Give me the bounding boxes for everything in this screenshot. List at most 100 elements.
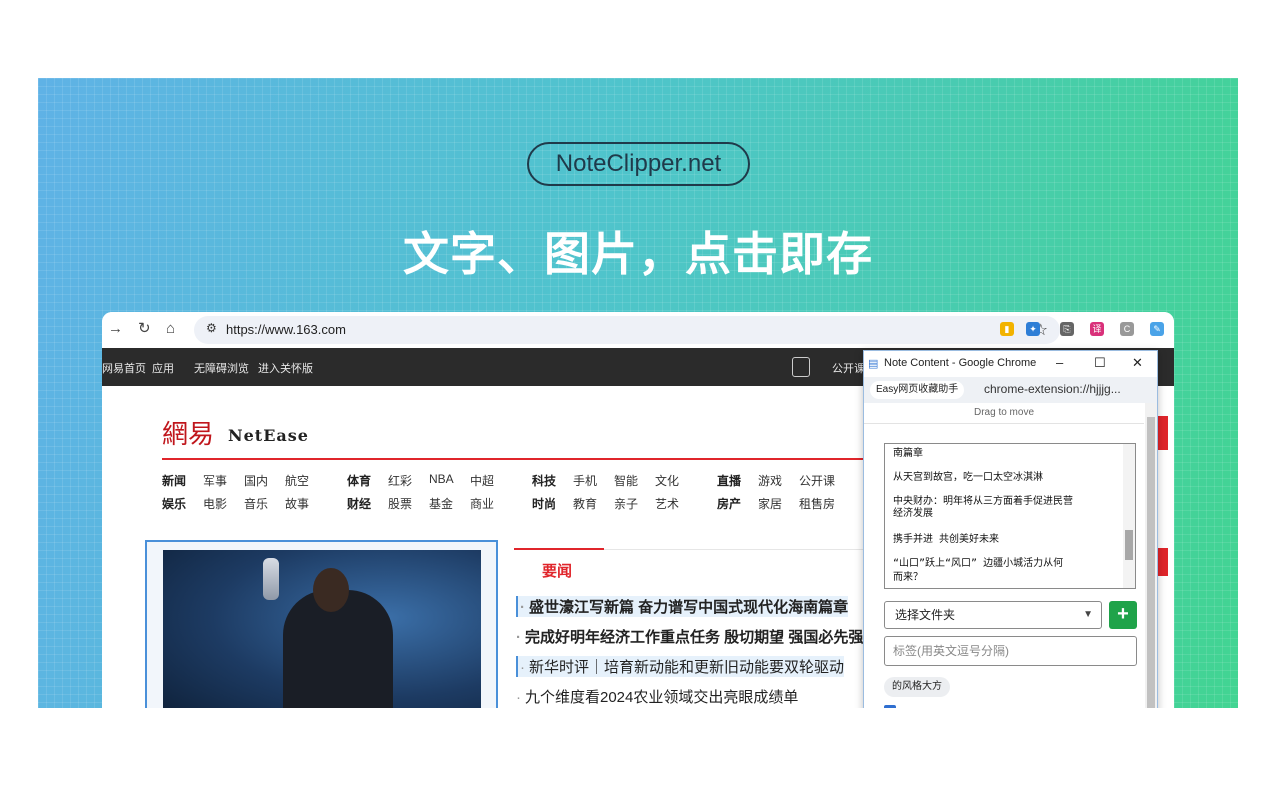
content-line: 经济发展 <box>893 508 933 519</box>
translate-ext-icon[interactable]: 译 <box>1090 322 1104 336</box>
maximize-icon[interactable]: ☐ <box>1094 355 1106 371</box>
channel-link[interactable]: 体育 <box>347 472 371 489</box>
tab-top-news-label: 要闻 <box>542 563 573 580</box>
content-line: “山口”跃上“风口” 边疆小城活力从何 <box>893 558 1064 569</box>
news-headline[interactable]: · 九个维度看2024农业领域交出亮眼成绩单 <box>516 686 798 707</box>
note-ext-icon[interactable]: ✎ <box>1150 322 1164 336</box>
promo-banner: NoteClipper.net 文字、图片，点击即存 → ↻ ⌂ ⚙ https… <box>38 78 1238 708</box>
scrollbar-thumb[interactable] <box>1125 530 1133 560</box>
copy-ext-icon[interactable]: ⎘ <box>1060 322 1074 336</box>
channel-link[interactable]: 电影 <box>203 495 227 512</box>
channel-link[interactable]: 故事 <box>285 495 309 512</box>
channel-link[interactable]: 公开课 <box>799 472 835 489</box>
channel-link[interactable]: 新闻 <box>162 472 186 489</box>
tags-input[interactable]: 标签(用英文逗号分隔) <box>884 636 1137 666</box>
channel-link[interactable]: 中超 <box>470 472 494 489</box>
channel-link[interactable]: 基金 <box>429 495 453 512</box>
red-side-badge <box>1158 416 1168 450</box>
headline: 文字、图片，点击即存 <box>403 227 873 281</box>
popup-addressbar: Easy网页收藏助手 chrome-extension://hjjjg... <box>864 377 1157 403</box>
channel-link[interactable]: 家居 <box>758 495 782 512</box>
channel-link[interactable]: 股票 <box>388 495 412 512</box>
news-headline[interactable]: · 盛世濠江写新篇 奋力谱写中国式现代化海南篇章 <box>516 596 849 617</box>
option-checkbox[interactable] <box>884 705 896 708</box>
crx-ext-icon[interactable]: C <box>1120 322 1134 336</box>
news-headline-text: 盛世濠江写新篇 奋力谱写中国式现代化海南篇章 <box>529 599 849 616</box>
channel-link[interactable]: 教育 <box>573 495 597 512</box>
channel-link[interactable]: 时尚 <box>532 495 556 512</box>
tag-chip[interactable]: 的风格大方 <box>884 677 950 697</box>
topbar-link[interactable]: 公开课 <box>832 360 865 376</box>
red-side-badge <box>1158 548 1168 576</box>
forward-arrow-icon[interactable]: → <box>108 320 123 338</box>
content-line: 南篇章 <box>893 448 923 459</box>
channel-link[interactable]: 航空 <box>285 472 309 489</box>
news-headline[interactable]: · 完成好明年经济工作重点任务 殷切期望 强国必先强 <box>516 626 863 647</box>
channel-link[interactable]: 游戏 <box>758 472 782 489</box>
site-settings-icon[interactable]: ⚙ <box>206 321 217 335</box>
channel-link[interactable]: 手机 <box>573 472 597 489</box>
mobile-icon[interactable] <box>792 357 810 377</box>
channel-link[interactable]: 军事 <box>203 472 227 489</box>
content-line: 而来？ <box>893 572 923 583</box>
url-text[interactable]: https://www.163.com <box>226 322 346 337</box>
drag-hint[interactable]: Drag to move <box>864 407 1144 418</box>
content-line: 携手并进 共创美好未来 <box>893 534 1000 545</box>
close-icon[interactable]: ✕ <box>1132 355 1143 371</box>
address-bar[interactable]: ⚙ https://www.163.com ☆ <box>194 316 1060 344</box>
reload-icon[interactable]: ↻ <box>138 320 151 338</box>
channel-link[interactable]: 娱乐 <box>162 495 186 512</box>
news-headline[interactable]: · 新华时评｜培育新动能和更新旧动能要双轮驱动 <box>516 656 845 677</box>
browser-toolbar: → ↻ ⌂ ⚙ https://www.163.com ☆ ▮ ✦ ⎘ 译 C … <box>102 312 1174 348</box>
channel-link[interactable]: 国内 <box>244 472 268 489</box>
channel-link[interactable]: 文化 <box>655 472 679 489</box>
pin-ext-icon[interactable]: ✦ <box>1026 322 1040 336</box>
channel-link[interactable]: 财经 <box>347 495 371 512</box>
channel-link[interactable]: 音乐 <box>244 495 268 512</box>
minimize-icon[interactable]: – <box>1056 355 1063 370</box>
bullet-icon: · <box>516 689 521 706</box>
channel-link[interactable]: 租售房 <box>799 495 835 512</box>
headline-photo[interactable] <box>145 540 498 708</box>
chevron-down-icon: ▼ <box>1083 609 1093 620</box>
channel-link[interactable]: 房产 <box>717 495 741 512</box>
topbar-link[interactable]: 网易首页 <box>102 360 146 376</box>
popup-title: Note Content - Google Chrome <box>884 357 1037 369</box>
extension-chip[interactable]: Easy网页收藏助手 <box>870 381 965 399</box>
channel-link[interactable]: 直播 <box>717 472 741 489</box>
channel-link[interactable]: 艺术 <box>655 495 679 512</box>
bullet-icon: · <box>516 629 521 646</box>
note-app-icon: ▤ <box>868 358 879 370</box>
netease-logo-en[interactable]: NetEase <box>228 426 309 445</box>
channel-link[interactable]: 科技 <box>532 472 556 489</box>
popup-titlebar[interactable]: ▤ Note Content - Google Chrome – ☐ ✕ <box>864 351 1157 377</box>
bullet-icon: · <box>520 599 525 616</box>
channel-link[interactable]: 亲子 <box>614 495 638 512</box>
divider <box>864 423 1144 424</box>
popup-scrollbar[interactable] <box>1145 403 1157 708</box>
topbar-link[interactable]: 进入关怀版 <box>258 360 313 376</box>
topbar-link[interactable]: 无障碍浏览 <box>194 360 249 376</box>
news-headline-text: 完成好明年经济工作重点任务 殷切期望 强国必先强 <box>525 629 864 646</box>
photo-image <box>163 550 481 708</box>
textarea-scrollbar[interactable] <box>1123 444 1135 588</box>
netease-logo[interactable]: 網易 <box>162 414 214 451</box>
note-content-textarea[interactable]: 南篇章 从天宫到故宫，吃一口太空冰淇淋 中央财办：明年将从三方面着手促进民营 经… <box>884 443 1136 589</box>
add-folder-button[interactable]: + <box>1109 601 1137 629</box>
channel-link[interactable]: 智能 <box>614 472 638 489</box>
topbar-link[interactable]: 应用 <box>152 360 174 376</box>
channel-link[interactable]: 商业 <box>470 495 494 512</box>
scrollbar-thumb[interactable] <box>1147 417 1155 708</box>
channel-link[interactable]: NBA <box>429 472 454 486</box>
folder-select-value: 选择文件夹 <box>895 608 956 622</box>
channel-link[interactable]: 红彩 <box>388 472 412 489</box>
site-pill: NoteClipper.net <box>527 142 750 186</box>
home-icon[interactable]: ⌂ <box>166 320 175 338</box>
folder-select[interactable]: 选择文件夹 ▼ <box>884 601 1102 629</box>
tab-top-news[interactable]: 要闻 <box>514 548 604 581</box>
divider <box>162 458 970 460</box>
extension-url[interactable]: chrome-extension://hjjjg... <box>984 382 1121 396</box>
bookmark-ext-icon[interactable]: ▮ <box>1000 322 1014 336</box>
note-popup-window: ▤ Note Content - Google Chrome – ☐ ✕ Eas… <box>863 350 1158 708</box>
content-line: 从天宫到故宫，吃一口太空冰淇淋 <box>893 472 1043 483</box>
